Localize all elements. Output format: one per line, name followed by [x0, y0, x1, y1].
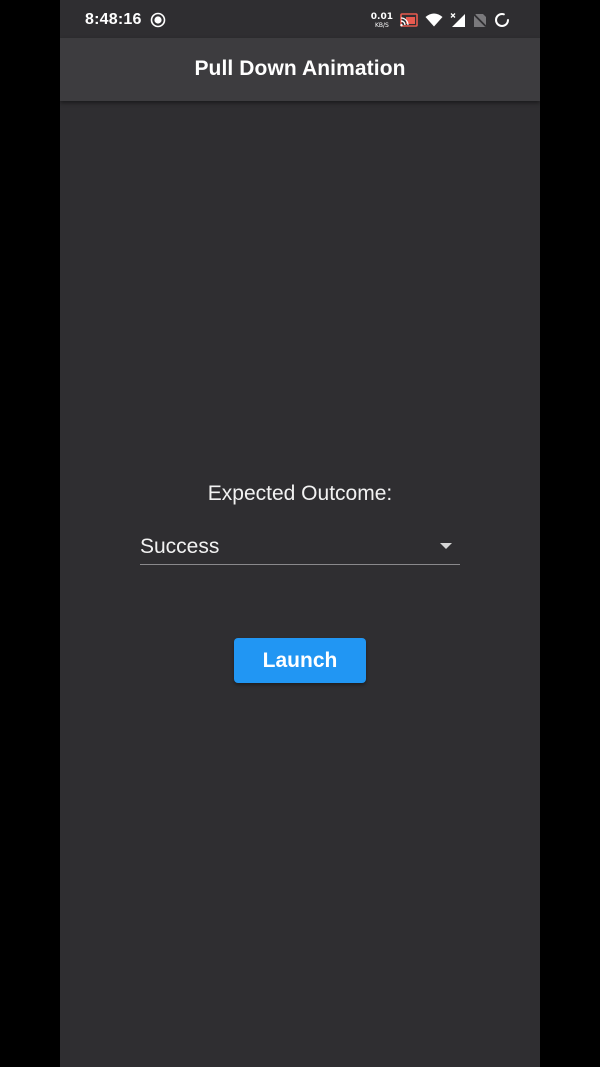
no-sim-icon [473, 13, 487, 27]
status-bar: 8:48:16 0.01 KB/S [60, 0, 540, 38]
wifi-icon [425, 13, 443, 27]
status-time: 8:48:16 [85, 11, 142, 28]
expected-outcome-label: Expected Outcome: [207, 482, 393, 505]
loading-icon [495, 13, 509, 27]
outcome-dropdown-value: Success [140, 535, 220, 558]
app-bar: Pull Down Animation [60, 38, 540, 101]
network-speed-value: 0.01 [370, 11, 393, 22]
signal-icon [450, 12, 465, 27]
record-icon [150, 12, 166, 28]
page-title: Pull Down Animation [194, 56, 406, 80]
status-icons: 0.01 KB/S [371, 10, 510, 30]
network-speed-unit: KB/S [374, 21, 389, 29]
network-speed: 0.01 KB/S [371, 12, 393, 29]
dropdown-arrow-icon [440, 543, 452, 549]
cast-icon [400, 13, 418, 27]
outcome-dropdown[interactable]: Success [140, 529, 460, 565]
launch-button[interactable]: Launch [234, 638, 366, 683]
phone-screen: 8:48:16 0.01 KB/S Pull Down Animation Ex… [60, 0, 540, 1067]
